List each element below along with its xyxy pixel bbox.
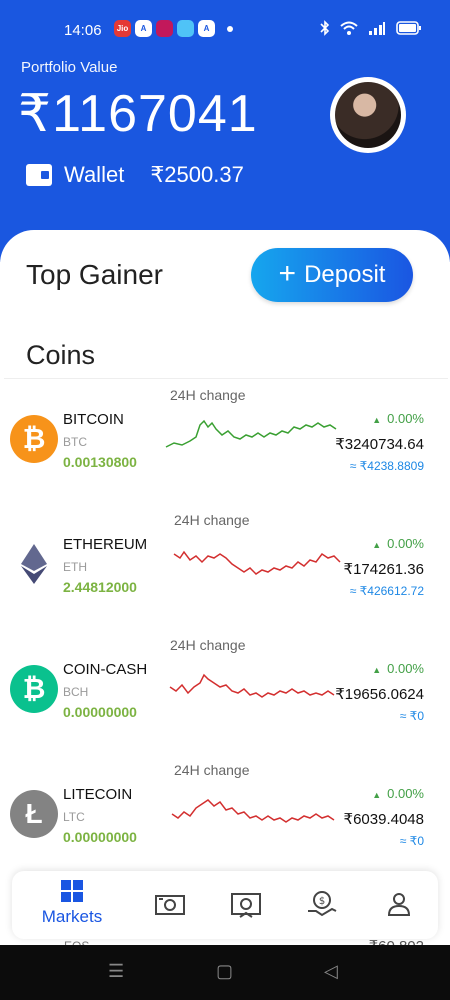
notification-icons: Jio A A: [114, 20, 233, 37]
coin-price: ₹19656.0624: [335, 686, 424, 703]
bluetooth-icon: [320, 20, 330, 36]
up-arrow-icon: ▲: [372, 415, 382, 425]
sparkline-chart: [169, 673, 335, 698]
portfolio-header: 14:06 Jio A A Portfolio Value ₹1167041 W…: [0, 0, 450, 262]
change-label: 24H change: [170, 387, 246, 403]
bottom-navigation: Markets $: [12, 871, 438, 939]
bitcoin-cash-logo-icon: ₿: [10, 665, 58, 713]
up-arrow-icon: ▲: [372, 540, 382, 550]
coin-name: ETHEREUM: [63, 536, 148, 553]
coin-holding: 0.00130800: [63, 454, 137, 470]
battery-icon: [396, 21, 421, 35]
coin-value: ≈ ₹426612.72: [349, 584, 424, 598]
wifi-icon: [340, 21, 358, 35]
system-status-icons: [320, 20, 422, 36]
app-icon-2: [177, 20, 194, 37]
coin-card-litecoin[interactable]: Ł LITECOIN LTC 0.00000000 24H change ▲ 0.…: [4, 754, 448, 879]
nav-markets-label: Markets: [41, 907, 103, 926]
sparkline-chart: [173, 550, 341, 575]
status-bar: 14:06 Jio A A: [0, 16, 450, 44]
wallet-icon: [26, 164, 52, 186]
portfolio-value: ₹1167041: [18, 85, 258, 143]
nav-cash[interactable]: [138, 879, 202, 931]
wallet-row[interactable]: Wallet ₹2500.37: [26, 159, 244, 191]
coins-title: Coins: [26, 340, 96, 370]
change-label: 24H change: [174, 512, 250, 528]
coin-symbol: ETH: [63, 560, 87, 574]
change-percent: ▲ 0.00%: [372, 661, 424, 676]
app-icon: [156, 20, 173, 37]
coin-symbol: BTC: [63, 435, 87, 449]
svg-text:$: $: [319, 896, 325, 907]
signal-icon: [369, 22, 385, 35]
nav-invest[interactable]: $: [290, 879, 354, 931]
change-percent: ▲ 0.00%: [372, 786, 424, 801]
sparkline-chart: [171, 799, 335, 823]
portfolio-label: Portfolio Value: [21, 59, 118, 76]
coin-symbol: BCH: [63, 685, 89, 699]
change-percent: ▲ 0.00%: [372, 536, 424, 551]
ethereum-logo-icon: [10, 540, 58, 588]
change-percent: ▲ 0.00%: [372, 411, 424, 426]
litecoin-logo-icon: Ł: [10, 790, 58, 838]
status-time: 14:06: [64, 22, 102, 39]
coin-holding: 0.00000000: [63, 829, 137, 845]
coin-symbol: LTC: [63, 810, 85, 824]
coin-name: BITCOIN: [63, 411, 124, 428]
money-transfer-icon: [231, 893, 261, 918]
coin-list[interactable]: ₿ BITCOIN BTC 0.00130800 24H change ▲ 0.0…: [4, 378, 448, 950]
coin-price: ₹3240734.64: [335, 436, 424, 453]
coin-name: COIN-CASH: [63, 661, 148, 678]
nav-transfer[interactable]: [214, 879, 278, 931]
deposit-button[interactable]: + Deposit: [251, 248, 413, 302]
coin-holding: 0.00000000: [63, 704, 137, 720]
recents-icon[interactable]: ☰: [108, 961, 124, 982]
cash-icon: [155, 895, 185, 915]
coin-value: ≈ ₹0: [399, 834, 424, 848]
coin-holding: 2.44812000: [63, 579, 137, 595]
coin-card-ethereum[interactable]: ETHEREUM ETH 2.44812000 24H change ▲ 0.00…: [4, 504, 448, 629]
nav-profile[interactable]: [367, 879, 431, 931]
back-icon[interactable]: ◁: [324, 961, 338, 982]
top-gainer-title: Top Gainer: [26, 259, 163, 290]
deposit-label: Deposit: [304, 261, 386, 288]
coin-card-bitcoin[interactable]: ₿ BITCOIN BTC 0.00130800 24H change ▲ 0.0…: [4, 379, 448, 504]
up-arrow-icon: ▲: [372, 790, 382, 800]
profile-icon: [387, 893, 411, 916]
coin-price: ₹6039.4048: [343, 811, 424, 828]
nav-markets[interactable]: Markets: [40, 879, 104, 931]
avatar-image: [335, 82, 401, 148]
system-nav-bar: ☰ ▢ ◁: [0, 945, 450, 1000]
more-notifications-icon: [227, 26, 233, 32]
wallet-amount: ₹2500.37: [150, 162, 244, 187]
coin-price: ₹174261.36: [343, 561, 424, 578]
up-arrow-icon: ▲: [372, 665, 382, 675]
coin-name: LITECOIN: [63, 786, 133, 803]
content-sheet: Top Gainer + Deposit Coins ₿ BITCOIN BTC…: [0, 230, 450, 950]
coin-value: ≈ ₹0: [399, 709, 424, 723]
hand-coin-icon: $: [308, 891, 337, 917]
jio-icon: Jio: [114, 20, 131, 37]
coin-value: ≈ ₹4238.8809: [349, 459, 424, 473]
markets-grid-icon: [61, 880, 83, 902]
bitcoin-logo-icon: ₿: [10, 415, 58, 463]
app-a-icon-2: A: [198, 20, 215, 37]
home-icon[interactable]: ▢: [216, 961, 233, 982]
avatar[interactable]: [330, 77, 406, 153]
coin-card-bitcoin-cash[interactable]: ₿ COIN-CASH BCH 0.00000000 24H change ▲ 0…: [4, 629, 448, 754]
wallet-label: Wallet: [64, 162, 125, 187]
change-label: 24H change: [170, 637, 246, 653]
change-label: 24H change: [174, 762, 250, 778]
sparkline-chart: [165, 419, 337, 448]
plus-icon: +: [278, 256, 297, 290]
app-a-icon: A: [135, 20, 152, 37]
